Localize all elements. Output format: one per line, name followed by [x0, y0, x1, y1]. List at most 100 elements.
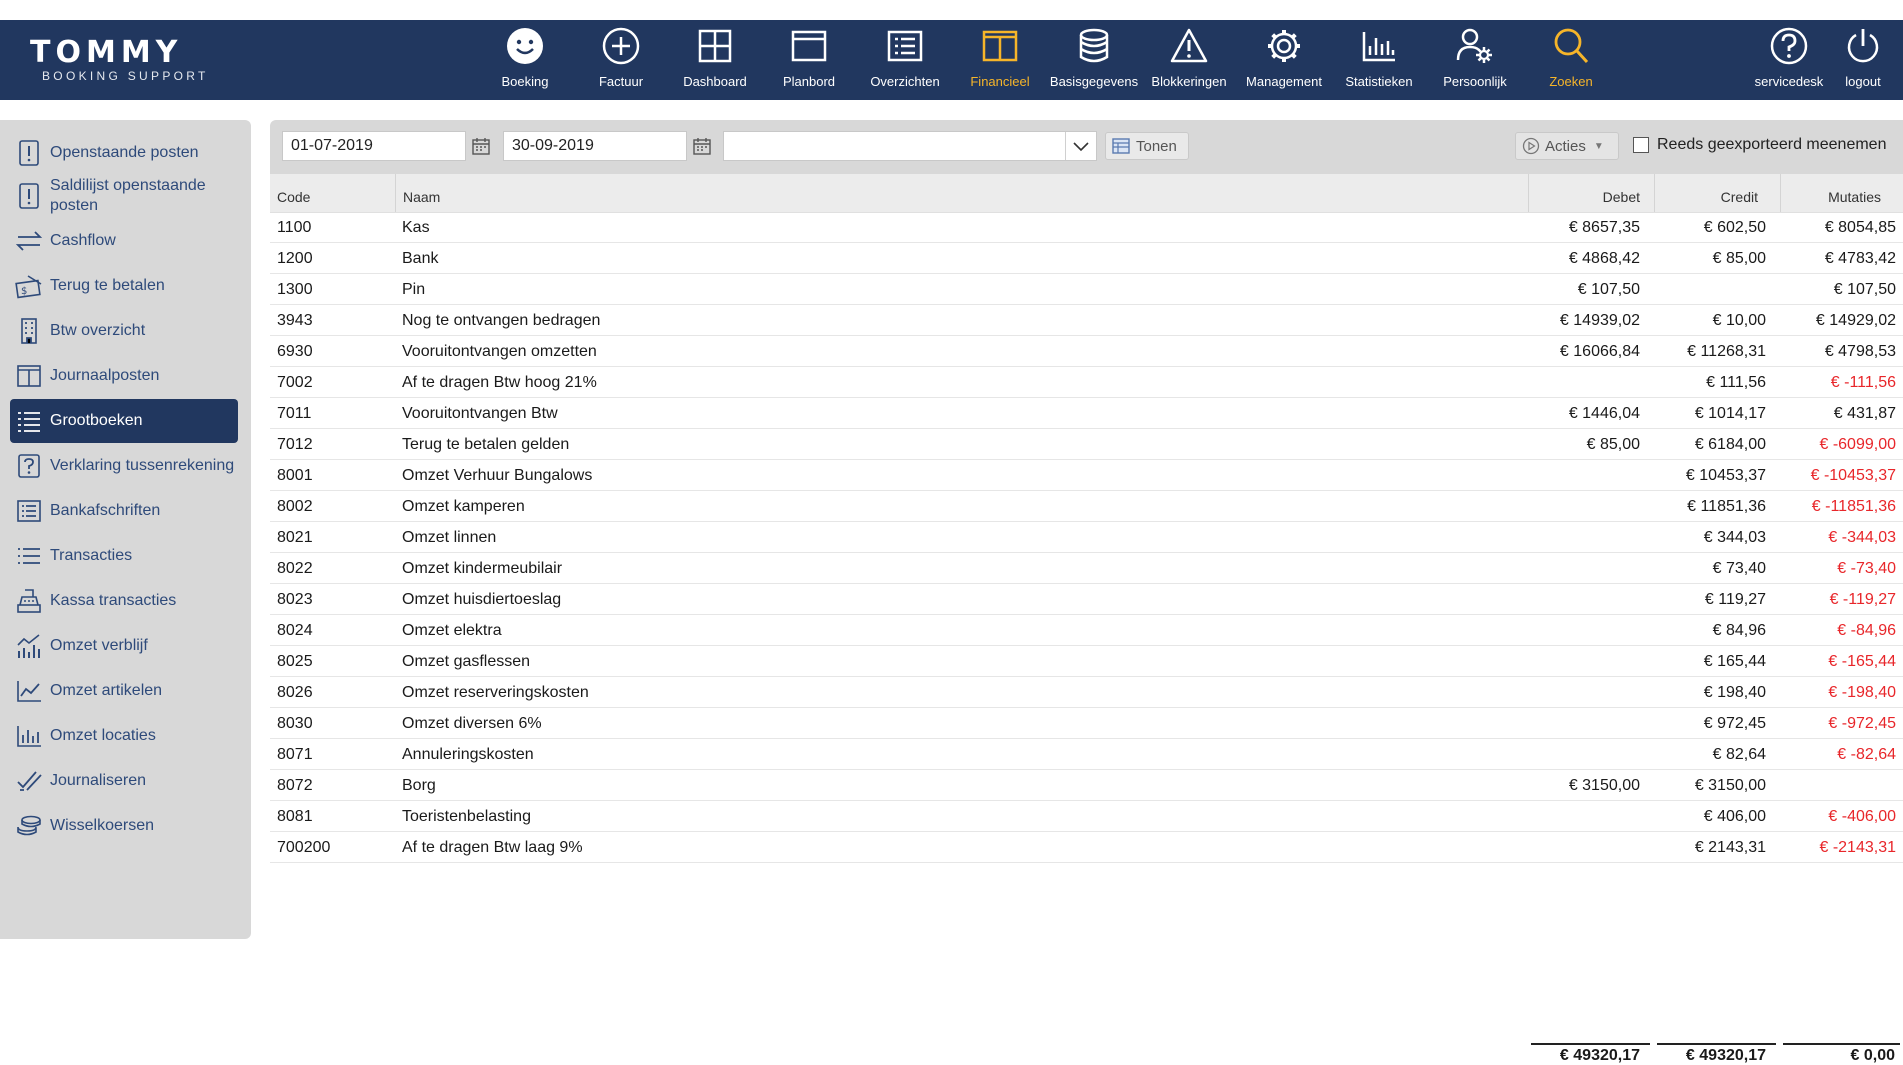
table-row[interactable]: 7012 Terug te betalen gelden € 85,00 € 6184… — [270, 429, 1903, 460]
table-row[interactable]: 8081 Toeristenbelasting € 406,00 € -406,00 — [270, 801, 1903, 832]
sidebar-item-journaliseren[interactable]: Journaliseren — [10, 759, 238, 803]
nav-zoeken[interactable]: Zoeken — [1523, 20, 1619, 100]
sidebar-item-verklaring-tussenrekening[interactable]: Verklaring tussenrekening — [10, 444, 238, 488]
cell-debet — [1528, 801, 1640, 832]
list-box-icon — [17, 500, 41, 522]
cell-mutaties: € 4798,53 — [1824, 343, 1896, 360]
nav-factuur[interactable]: Factuur — [573, 20, 669, 100]
table-row[interactable]: 8023 Omzet huisdiertoeslag € 119,27 € -119,… — [270, 584, 1903, 615]
date-to-calendar-button[interactable] — [687, 131, 717, 161]
sidebar-item-bankafschriften[interactable]: Bankafschriften — [10, 489, 238, 533]
nav-management[interactable]: Management — [1236, 20, 1332, 100]
table-row[interactable]: 1200 Bank € 4868,42 € 85,00 € 4783,42 — [270, 243, 1903, 274]
sidebar-item-label: Omzet verblijf — [50, 637, 148, 654]
power-icon — [1847, 29, 1879, 63]
show-button[interactable]: Tonen — [1105, 132, 1189, 160]
column-header-naam[interactable]: Naam — [395, 174, 1528, 212]
cell-mutaties: € -6099,00 — [1819, 436, 1896, 453]
table-row[interactable]: 6930 Vooruitontvangen omzetten € 16066,84 €… — [270, 336, 1903, 367]
nav-financieel[interactable]: Financieel — [952, 20, 1048, 100]
export-checkbox[interactable] — [1633, 137, 1649, 153]
sidebar-item-label: Grootboeken — [50, 412, 143, 429]
nav-overzichten[interactable]: Overzichten — [857, 20, 953, 100]
nav-label: Management — [1246, 74, 1322, 89]
nav-label: Persoonlijk — [1443, 74, 1507, 89]
cell-credit: € 73,40 — [1712, 560, 1766, 577]
nav-statistieken[interactable]: Statistieken — [1331, 20, 1427, 100]
nav-label: Planbord — [782, 74, 836, 89]
table-row[interactable]: 8001 Omzet Verhuur Bungalows € 10453,37 € -… — [270, 460, 1903, 491]
date-from-input[interactable]: 01-07-2019 — [282, 131, 466, 161]
svg-text:$: $ — [21, 286, 27, 297]
sidebar-item-btw-overzicht[interactable]: Btw overzicht — [10, 309, 238, 353]
exclamation-doc-icon — [19, 183, 39, 209]
total-underline-mutaties — [1783, 1043, 1900, 1045]
table-row[interactable]: 8072 Borg € 3150,00 € 3150,00 — [270, 770, 1903, 801]
table-row[interactable]: 1300 Pin € 107,50 € 107,50 — [270, 274, 1903, 305]
table-row[interactable]: 8071 Annuleringskosten € 82,64 € -82,64 — [270, 739, 1903, 770]
user-gear-icon — [1456, 28, 1492, 63]
sidebar-item-grootboeken[interactable]: Grootboeken — [10, 399, 238, 443]
nav-planbord[interactable]: Planbord — [761, 20, 857, 100]
cell-naam: Borg — [402, 777, 436, 794]
nav-persoonlijk[interactable]: Persoonlijk — [1427, 20, 1523, 100]
total-underline-credit — [1657, 1043, 1776, 1045]
top-navigation-bar: TOMMY BOOKING SUPPORT Boeking Factuur Da… — [0, 20, 1903, 100]
cell-debet — [1528, 646, 1640, 677]
sidebar-item-transacties[interactable]: Transacties — [10, 534, 238, 578]
table-row[interactable]: 8002 Omzet kamperen € 11851,36 € -11851,36 — [270, 491, 1903, 522]
sidebar-item-omzet-locaties[interactable]: Omzet locaties — [10, 714, 238, 758]
account-select[interactable] — [723, 131, 1097, 161]
sidebar-item-omzet-artikelen[interactable]: Omzet artikelen — [10, 669, 238, 713]
nav-logout[interactable]: logout — [1824, 20, 1902, 100]
cell-debet: € 14939,02 — [1559, 312, 1640, 329]
cell-credit: € 6184,00 — [1694, 436, 1766, 453]
cell-mutaties: € -972,45 — [1828, 715, 1896, 732]
sidebar-item-openstaande-posten[interactable]: Openstaande posten — [10, 131, 238, 175]
table-row[interactable]: 1100 Kas € 8657,35 € 602,50 € 8054,85 — [270, 212, 1903, 243]
table-row[interactable]: 7002 Af te dragen Btw hoog 21% € 111,56 € -… — [270, 367, 1903, 398]
nav-label: Dashboard — [683, 74, 747, 89]
column-header-debet[interactable]: Debet — [1528, 174, 1654, 212]
table-row[interactable]: 8022 Omzet kindermeubilair € 73,40 € -73,40 — [270, 553, 1903, 584]
nav-boeking[interactable]: Boeking — [477, 20, 573, 100]
table-row[interactable]: 8030 Omzet diversen 6% € 972,45 € -972,45 — [270, 708, 1903, 739]
brand-logo[interactable]: TOMMY BOOKING SUPPORT — [30, 37, 240, 87]
actions-dropdown-button[interactable]: Acties ▼ — [1515, 132, 1619, 160]
list-box-icon — [887, 30, 923, 62]
sidebar-item-wisselkoersen[interactable]: Wisselkoersen — [10, 804, 238, 848]
column-header-code[interactable]: Code — [277, 174, 387, 212]
sidebar-item-kassa-transacties[interactable]: Kassa transacties — [10, 579, 238, 623]
cell-credit: € 111,56 — [1706, 374, 1766, 391]
grid-icon — [698, 29, 732, 63]
question-box-icon — [18, 454, 40, 478]
table-row[interactable]: 700200 Af te dragen Btw laag 9% € 2143,31 €… — [270, 832, 1903, 863]
nav-label: Blokkeringen — [1151, 74, 1227, 89]
table-row[interactable]: 7011 Vooruitontvangen Btw € 1446,04 € 1014,… — [270, 398, 1903, 429]
nav-basisgegevens[interactable]: Basisgegevens — [1046, 20, 1142, 100]
cell-debet — [1528, 615, 1640, 646]
show-button-label: Tonen — [1136, 137, 1177, 155]
column-header-mutaties[interactable]: Mutaties — [1780, 174, 1903, 212]
nav-dashboard[interactable]: Dashboard — [667, 20, 763, 100]
exclamation-doc-icon — [19, 140, 39, 166]
sidebar-item-journaalposten[interactable]: Journaalposten — [10, 354, 238, 398]
cell-mutaties: € -2143,31 — [1819, 839, 1896, 856]
table-row[interactable]: 8021 Omzet linnen € 344,03 € -344,03 — [270, 522, 1903, 553]
table-row[interactable]: 8024 Omzet elektra € 84,96 € -84,96 — [270, 615, 1903, 646]
table-row[interactable]: 8026 Omzet reserveringskosten € 198,40 € -1… — [270, 677, 1903, 708]
sidebar-item-terug-te-betalen[interactable]: $ Terug te betalen — [10, 264, 238, 308]
date-to-input[interactable]: 30-09-2019 — [503, 131, 687, 161]
column-header-credit[interactable]: Credit — [1654, 174, 1780, 212]
nav-blokkeringen[interactable]: Blokkeringen — [1141, 20, 1237, 100]
cell-credit: € 406,00 — [1703, 808, 1766, 825]
table-row[interactable]: 3943 Nog te ontvangen bedragen € 14939,02 €… — [270, 305, 1903, 336]
table-row[interactable]: 8025 Omzet gasflessen € 165,44 € -165,44 — [270, 646, 1903, 677]
nav-servicedesk[interactable]: servicedesk — [1741, 20, 1837, 100]
cell-code: 8025 — [277, 653, 313, 670]
sidebar-item-saldilijst[interactable]: Saldilijst openstaande posten — [10, 174, 238, 218]
sidebar-item-cashflow[interactable]: Cashflow — [10, 219, 238, 263]
date-from-calendar-button[interactable] — [466, 131, 496, 161]
cell-naam: Omzet reserveringskosten — [402, 684, 589, 701]
sidebar-item-omzet-verblijf[interactable]: Omzet verblijf — [10, 624, 238, 668]
